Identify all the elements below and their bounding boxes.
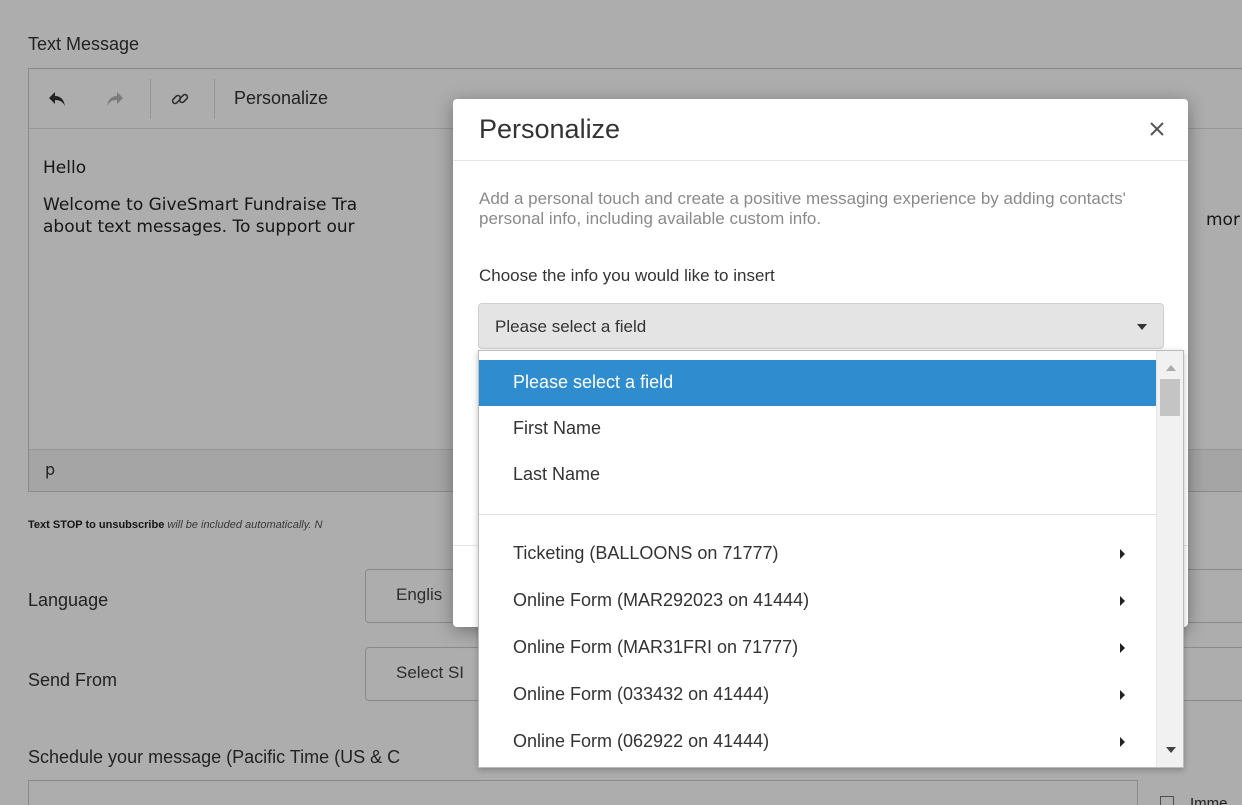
field-select-value: Please select a field <box>495 317 647 336</box>
caret-down-icon <box>1137 324 1147 330</box>
scrollbar-thumb[interactable] <box>1160 379 1180 416</box>
field-dropdown[interactable]: Please select a field First Name Last Na… <box>478 350 1184 768</box>
submenu-arrow-icon <box>1120 596 1125 606</box>
dropdown-group-option[interactable]: Online Form (062922 on 41444) <box>479 719 1157 766</box>
modal-prompt: Choose the info you would like to insert <box>479 266 775 285</box>
dropdown-option[interactable]: Please select a field <box>479 360 1157 406</box>
option-label: Online Form (062922 on 41444) <box>513 731 770 751</box>
option-label: Ticketing (BALLOONS on 71777) <box>513 543 779 563</box>
submenu-arrow-icon <box>1120 737 1125 747</box>
scroll-down-icon[interactable] <box>1166 747 1176 753</box>
field-select[interactable]: Please select a field <box>478 303 1164 349</box>
dropdown-list: Please select a field First Name Last Na… <box>479 351 1157 767</box>
option-label: Online Form (033432 on 41444) <box>513 684 770 704</box>
modal-header: Personalize <box>453 99 1188 161</box>
dropdown-group-option[interactable]: Ticketing (BALLOONS on 71777) <box>479 531 1157 578</box>
dropdown-group-option[interactable]: Online Form (033432 on 41444) <box>479 672 1157 719</box>
dropdown-group-option[interactable]: Online Form (MAR292023 on 41444) <box>479 578 1157 625</box>
option-label: Online Form (MAR31FRI on 71777) <box>513 637 799 657</box>
modal-title: Personalize <box>479 114 621 144</box>
submenu-arrow-icon <box>1120 549 1125 559</box>
dropdown-divider <box>479 514 1157 515</box>
submenu-arrow-icon <box>1120 690 1125 700</box>
dropdown-option[interactable]: First Name <box>479 406 1157 452</box>
modal-description: Add a personal touch and create a positi… <box>479 189 1126 228</box>
dropdown-scrollbar[interactable] <box>1156 351 1183 767</box>
close-button[interactable] <box>1144 116 1170 142</box>
option-label: Online Form (MAR292023 on 41444) <box>513 590 810 610</box>
close-icon <box>1150 122 1164 136</box>
submenu-arrow-icon <box>1120 643 1125 653</box>
dropdown-group-option[interactable]: Online Form (MAR31FRI on 71777) <box>479 625 1157 672</box>
scroll-up-icon[interactable] <box>1166 365 1176 371</box>
dropdown-option[interactable]: Last Name <box>479 452 1157 498</box>
